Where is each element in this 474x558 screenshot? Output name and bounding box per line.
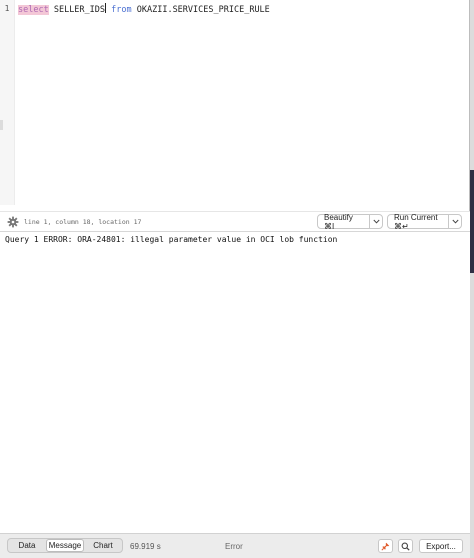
sql-editor[interactable]: 1 select SELLER_IDS from OKAZII.SERVICES…	[0, 0, 470, 210]
error-message: Query 1 ERROR: ORA-24801: illegal parame…	[5, 235, 338, 244]
elapsed-time: 69.919 s	[130, 542, 161, 551]
editor-status-bar: line 1, column 18, location 17 Beautify …	[0, 211, 470, 231]
tab-message[interactable]: Message	[46, 539, 84, 552]
gear-icon[interactable]	[7, 215, 19, 228]
text-caret	[105, 3, 107, 13]
tab-data[interactable]: Data	[8, 539, 46, 552]
beautify-dropdown[interactable]	[370, 215, 382, 228]
export-button[interactable]: Export...	[419, 539, 463, 553]
chevron-down-icon	[373, 219, 380, 224]
results-toolbar: Data Message Chart 69.919 s Error Export…	[0, 533, 470, 558]
keyword-from: from	[111, 5, 132, 15]
line-number: 1	[4, 4, 10, 13]
cursor-position: line 1, column 18, location 17	[24, 218, 142, 226]
search-icon	[401, 542, 410, 551]
background-window	[470, 170, 474, 273]
result-view-tabs: Data Message Chart	[7, 538, 123, 553]
keyword-select: select	[18, 5, 49, 15]
pin-button[interactable]	[378, 539, 393, 553]
line-gutter: 1	[0, 0, 15, 205]
tab-chart[interactable]: Chart	[84, 539, 122, 552]
code-line[interactable]: select SELLER_IDS from OKAZII.SERVICES_P…	[18, 3, 270, 16]
code-columns: SELLER_IDS	[48, 5, 106, 15]
editor-scroll-marker	[0, 120, 3, 130]
search-button[interactable]	[398, 539, 413, 553]
run-current-button[interactable]: Run Current ⌘↵	[388, 213, 450, 231]
beautify-button-group: Beautify ⌘I	[317, 213, 383, 231]
window-edge	[470, 0, 474, 558]
pin-icon	[381, 542, 390, 551]
code-table: OKAZII.SERVICES_PRICE_RULE	[131, 5, 270, 15]
query-status: Error	[225, 542, 243, 551]
run-dropdown[interactable]	[449, 215, 461, 228]
beautify-button[interactable]: Beautify ⌘I	[318, 213, 371, 231]
message-output: Query 1 ERROR: ORA-24801: illegal parame…	[0, 231, 470, 533]
chevron-down-icon	[452, 219, 459, 224]
run-button-group: Run Current ⌘↵	[387, 213, 462, 231]
